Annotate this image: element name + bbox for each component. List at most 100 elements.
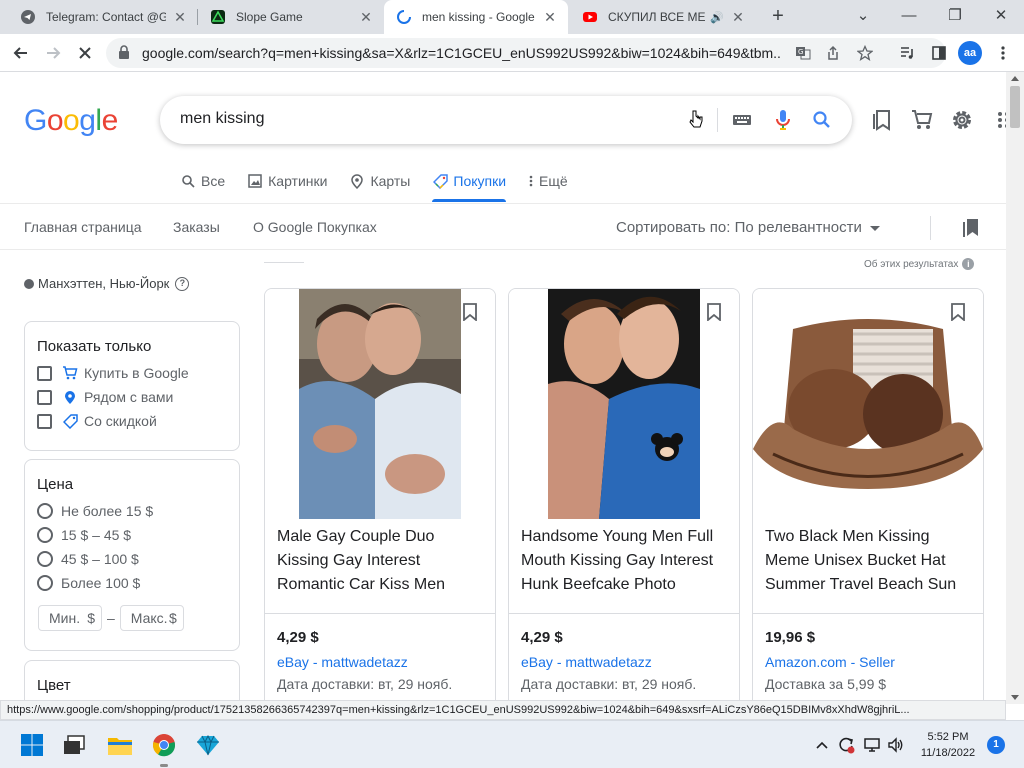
saved-bookmarks-icon[interactable]	[870, 108, 894, 132]
bookmark-icon[interactable]	[707, 303, 725, 323]
minimize-button[interactable]: —	[886, 0, 932, 34]
filter-buy-on-google[interactable]: Купить в Google	[25, 361, 239, 385]
product-card[interactable]: Handsome Young Men Full Mouth Kissing Ga…	[508, 288, 740, 708]
store-name[interactable]: Amazon.com	[765, 654, 847, 670]
tab-all[interactable]: Все	[180, 168, 225, 194]
system-clock[interactable]: 5:52 PM 11/18/2022	[916, 729, 980, 761]
about-results[interactable]: Об этих результатах i	[864, 258, 975, 270]
tab-telegram[interactable]: Telegram: Contact @GI ✕	[8, 0, 198, 34]
product-seller[interactable]: Amazon.com - Seller	[765, 654, 895, 670]
bookmark-star-icon[interactable]	[852, 40, 878, 66]
network-icon[interactable]	[862, 735, 882, 755]
tab-search-icon[interactable]: ⌄	[840, 0, 886, 34]
bookmark-icon[interactable]	[951, 303, 969, 323]
tab-shopping[interactable]: Покупки	[432, 168, 506, 202]
product-title[interactable]: Handsome Young Men Full Mouth Kissing Ga…	[521, 525, 731, 597]
tab-maps[interactable]: Карты	[349, 168, 410, 194]
product-image[interactable]	[509, 289, 739, 519]
price-option[interactable]: 45 $ – 100 $	[25, 547, 239, 571]
filter-on-sale[interactable]: Со скидкой	[25, 409, 239, 433]
checkbox[interactable]	[37, 365, 52, 381]
chrome-icon[interactable]	[148, 729, 180, 767]
file-explorer-icon[interactable]	[104, 729, 136, 761]
max-price-input[interactable]: Макс. $	[119, 605, 184, 631]
back-arrow-icon[interactable]	[8, 40, 34, 66]
close-tab-icon[interactable]: ✕	[172, 9, 188, 25]
checkbox[interactable]	[37, 413, 52, 429]
page-scrollbar[interactable]	[1006, 72, 1024, 704]
url-text[interactable]: google.com/search?q=men+kissing&sa=X&rlz…	[142, 45, 782, 61]
forward-arrow-icon[interactable]	[40, 40, 66, 66]
location-row[interactable]: Манхэттен, Нью-Йорк ?	[24, 276, 190, 291]
share-icon[interactable]	[820, 40, 846, 66]
product-seller[interactable]: eBay - mattwadetazz	[277, 654, 408, 670]
radio-button[interactable]	[37, 575, 53, 591]
tab-images[interactable]: Картинки	[247, 168, 327, 194]
windows-start-icon[interactable]	[16, 729, 48, 761]
price-option[interactable]: Не более 15 $	[25, 499, 239, 523]
seller-name[interactable]: mattwadetazz	[321, 654, 407, 670]
side-panel-icon[interactable]	[926, 40, 952, 66]
browser-menu-icon[interactable]	[990, 40, 1016, 66]
product-card[interactable]: Two Black Men Kissing Meme Unisex Bucket…	[752, 288, 984, 708]
radio-button[interactable]	[37, 551, 53, 567]
scrollbar-thumb[interactable]	[1010, 86, 1020, 128]
restore-button[interactable]: ❐	[932, 0, 978, 34]
show-hidden-icons[interactable]	[812, 735, 832, 755]
translate-icon[interactable]: G	[790, 40, 816, 66]
product-image[interactable]	[265, 289, 495, 519]
close-window-button[interactable]: ✕	[978, 0, 1024, 34]
audio-playing-icon[interactable]: 🔊	[710, 11, 724, 24]
shopping-cart-icon[interactable]	[910, 108, 934, 132]
store-name[interactable]: eBay	[277, 654, 309, 670]
address-bar[interactable]: google.com/search?q=men+kissing&sa=X&rlz…	[106, 38, 946, 68]
sort-dropdown[interactable]: Сортировать по: По релевантности	[616, 219, 880, 236]
store-name[interactable]: eBay	[521, 654, 553, 670]
task-view-icon[interactable]	[58, 729, 90, 761]
product-seller[interactable]: eBay - mattwadetazz	[521, 654, 652, 670]
seller-name[interactable]: mattwadetazz	[565, 654, 651, 670]
filter-nearby[interactable]: Рядом с вами	[25, 385, 239, 409]
min-price-input[interactable]: Мин. $	[38, 605, 102, 631]
search-icon[interactable]	[810, 108, 834, 132]
keyboard-icon[interactable]	[730, 108, 754, 132]
help-icon[interactable]: ?	[175, 276, 190, 291]
checkbox[interactable]	[37, 389, 52, 405]
saved-items-icon[interactable]	[958, 215, 984, 241]
close-tab-icon[interactable]: ✕	[358, 9, 374, 25]
product-title[interactable]: Two Black Men Kissing Meme Unisex Bucket…	[765, 525, 975, 597]
close-tab-icon[interactable]: ✕	[730, 9, 746, 25]
diamond-app-icon[interactable]	[192, 729, 224, 761]
scroll-up-arrow-icon[interactable]	[1011, 76, 1019, 81]
search-input[interactable]: men kissing	[180, 110, 264, 128]
product-image[interactable]	[753, 289, 983, 519]
profile-avatar[interactable]: aa	[958, 41, 982, 65]
price-option[interactable]: Более 100 $	[25, 571, 239, 595]
bookmark-icon[interactable]	[463, 303, 481, 323]
seller-name[interactable]: Seller	[859, 654, 895, 670]
volume-icon[interactable]	[886, 735, 906, 755]
microphone-icon[interactable]	[771, 108, 795, 132]
radio-button[interactable]	[37, 503, 53, 519]
about-shopping-link[interactable]: О Google Покупках	[253, 219, 377, 235]
tab-google-search[interactable]: men kissing - Google П ✕	[384, 0, 568, 34]
scroll-down-arrow-icon[interactable]	[1011, 695, 1019, 700]
tab-youtube[interactable]: СКУПИЛ ВСЕ МЕН 🔊 ✕	[570, 0, 756, 34]
tab-more[interactable]: Ещё	[528, 168, 568, 194]
close-tab-icon[interactable]: ✕	[542, 9, 558, 25]
stop-loading-icon[interactable]	[72, 40, 98, 66]
google-logo[interactable]: Google	[24, 104, 118, 138]
product-card[interactable]: Male Gay Couple Duo Kissing Gay Interest…	[264, 288, 496, 708]
new-tab-button[interactable]: +	[766, 5, 790, 29]
product-title[interactable]: Male Gay Couple Duo Kissing Gay Interest…	[277, 525, 487, 597]
price-option[interactable]: 15 $ – 45 $	[25, 523, 239, 547]
shopping-orders-link[interactable]: Заказы	[173, 219, 220, 235]
sync-alert-icon[interactable]	[836, 735, 856, 755]
radio-button[interactable]	[37, 527, 53, 543]
media-control-icon[interactable]	[894, 40, 920, 66]
search-box[interactable]: men kissing	[160, 96, 852, 144]
shopping-home-link[interactable]: Главная страница	[24, 219, 142, 235]
lock-icon[interactable]	[118, 45, 132, 61]
tab-slope-game[interactable]: Slope Game ✕	[198, 0, 384, 34]
notification-badge[interactable]: 1	[987, 736, 1005, 754]
